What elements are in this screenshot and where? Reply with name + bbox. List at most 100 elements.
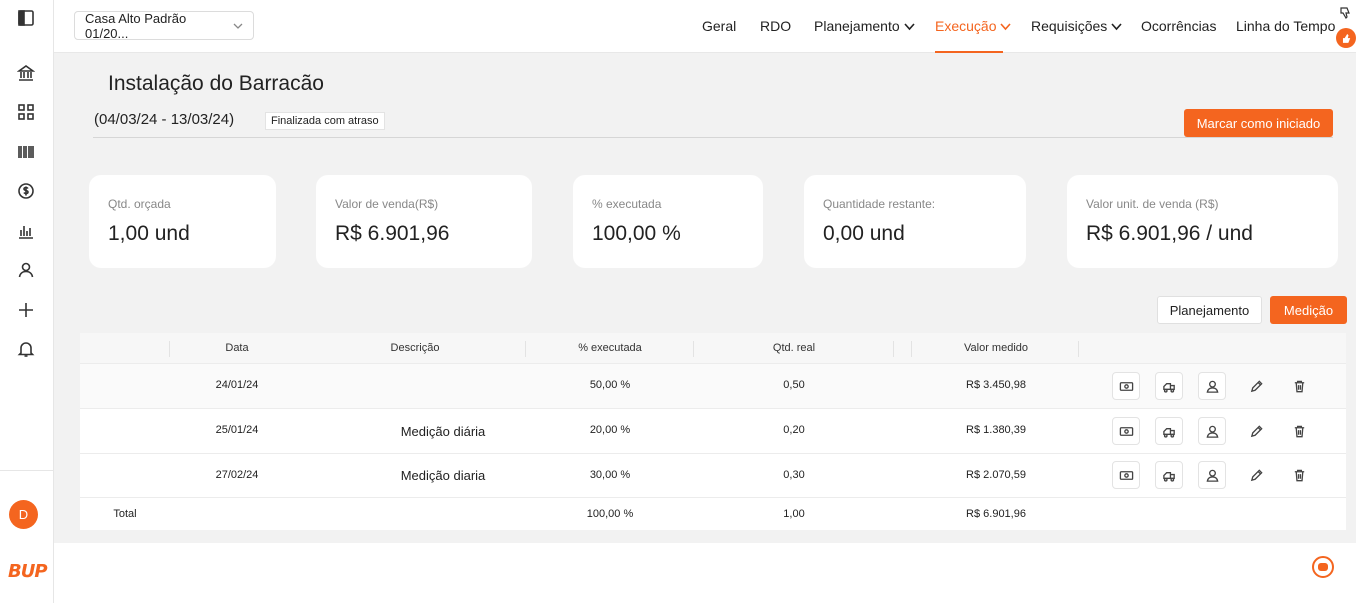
cell-qtd: 0,20 xyxy=(783,424,805,436)
barcode-icon[interactable] xyxy=(15,141,37,163)
nav-requisicoes[interactable]: Requisições xyxy=(1031,18,1122,34)
table-total-row: Total 100,00 % 1,00 R$ 6.901,96 xyxy=(80,498,1346,530)
add-icon[interactable] xyxy=(15,299,37,321)
top-navbar: Casa Alto Padrão 01/20... Geral RDO Plan… xyxy=(54,0,1356,53)
delete-trash-icon[interactable] xyxy=(1285,461,1313,489)
thumbs-up-button[interactable] xyxy=(1336,28,1356,48)
card-label: % executada xyxy=(592,197,662,211)
column-separator xyxy=(693,341,694,357)
stat-card-pct-executada: % executada 100,00 % xyxy=(573,175,763,268)
machinery-icon[interactable] xyxy=(1155,417,1183,445)
cell-data: 25/01/24 xyxy=(215,424,259,436)
edit-pencil-icon[interactable] xyxy=(1242,372,1270,400)
cell-pct: 30,00 % xyxy=(589,469,631,481)
card-value: 0,00 und xyxy=(823,222,905,245)
cell-data: 27/02/24 xyxy=(215,469,259,481)
card-value: R$ 6.901,96 xyxy=(335,222,450,245)
stat-card-valor-unit: Valor unit. de venda (R$) R$ 6.901,96 / … xyxy=(1067,175,1338,268)
measurements-table: Data Descrição % executada Qtd. real Val… xyxy=(80,333,1346,530)
delete-trash-icon[interactable] xyxy=(1285,417,1313,445)
labor-user-icon[interactable] xyxy=(1198,417,1226,445)
machinery-icon[interactable] xyxy=(1155,372,1183,400)
user-avatar[interactable]: D xyxy=(9,500,38,529)
cell-qtd: 0,30 xyxy=(783,469,805,481)
column-header: % executada xyxy=(578,342,642,354)
money-icon[interactable] xyxy=(1112,372,1140,400)
nav-rdo[interactable]: RDO xyxy=(760,18,791,34)
edit-pencil-icon[interactable] xyxy=(1242,461,1270,489)
thumbs-up-icon xyxy=(1342,33,1350,43)
cell-descricao: Medição diaria xyxy=(400,468,486,483)
sidebar: D BUP xyxy=(0,0,54,603)
column-separator xyxy=(893,341,894,357)
page-title: Instalação do Barracão xyxy=(108,72,324,95)
nav-geral[interactable]: Geral xyxy=(702,18,736,34)
card-label: Quantidade restante: xyxy=(823,197,936,211)
column-header: Qtd. real xyxy=(772,342,816,354)
column-header: Descrição xyxy=(390,342,440,354)
sidebar-toggle-icon[interactable] xyxy=(15,7,37,29)
table-row: 24/01/24 50,00 % 0,50 R$ 3.450,98 xyxy=(80,364,1346,409)
nav-active-indicator xyxy=(935,51,1003,53)
stat-card-qtd-restante: Quantidade restante: 0,00 und xyxy=(804,175,1026,268)
header-divider xyxy=(93,137,1333,138)
tab-planejamento[interactable]: Planejamento xyxy=(1157,296,1262,324)
total-valor: R$ 6.901,96 xyxy=(966,508,1026,520)
total-label: Total xyxy=(113,508,137,520)
nav-planejamento[interactable]: Planejamento xyxy=(814,18,915,34)
cell-descricao: Medição diária xyxy=(400,424,486,439)
edit-pencil-icon[interactable] xyxy=(1242,417,1270,445)
brand-logo: BUP xyxy=(8,561,48,582)
column-separator xyxy=(169,341,170,357)
labor-user-icon[interactable] xyxy=(1198,461,1226,489)
nav-execucao[interactable]: Execução xyxy=(935,18,1012,34)
column-separator xyxy=(1078,341,1079,357)
table-row: 25/01/24 Medição diária 20,00 % 0,20 R$ … xyxy=(80,409,1346,454)
total-qtd: 1,00 xyxy=(783,508,805,520)
chevron-down-icon xyxy=(1000,22,1012,30)
finance-dollar-icon[interactable] xyxy=(15,180,37,202)
stat-card-qtd-orcada: Qtd. orçada 1,00 und xyxy=(89,175,276,268)
date-range: (04/03/24 - 13/03/24) xyxy=(94,111,235,128)
cell-data: 24/01/24 xyxy=(215,379,259,391)
chevron-down-icon xyxy=(1111,22,1122,30)
card-value: 100,00 % xyxy=(592,222,681,245)
machinery-icon[interactable] xyxy=(1155,461,1183,489)
table-header: Data Descrição % executada Qtd. real Val… xyxy=(80,333,1346,364)
money-icon[interactable] xyxy=(1112,461,1140,489)
nav-linha-do-tempo[interactable]: Linha do Tempo xyxy=(1236,18,1335,34)
delete-trash-icon[interactable] xyxy=(1285,372,1313,400)
cell-valor: R$ 3.450,98 xyxy=(966,379,1026,391)
labor-user-icon[interactable] xyxy=(1198,372,1226,400)
cell-qtd: 0,50 xyxy=(783,379,805,391)
chat-support-icon[interactable] xyxy=(1312,556,1334,578)
column-header: Valor medido xyxy=(964,342,1028,354)
user-icon[interactable] xyxy=(15,259,37,281)
cell-pct: 20,00 % xyxy=(589,424,631,436)
cell-valor: R$ 1.380,39 xyxy=(966,424,1026,436)
card-value: 1,00 und xyxy=(108,222,190,245)
thumbs-down-icon[interactable] xyxy=(1338,6,1352,20)
reports-chart-icon[interactable] xyxy=(15,220,37,242)
chevron-down-icon xyxy=(233,23,243,29)
notifications-bell-icon[interactable] xyxy=(15,338,37,360)
page-footer-area xyxy=(54,543,1356,603)
card-value: R$ 6.901,96 / und xyxy=(1086,222,1253,245)
project-select-value: Casa Alto Padrão 01/20... xyxy=(85,10,187,41)
card-label: Valor de venda(R$) xyxy=(335,197,439,211)
bank-icon[interactable] xyxy=(15,62,37,84)
dashboard-grid-icon[interactable] xyxy=(15,101,37,123)
tab-medicao[interactable]: Medição xyxy=(1270,296,1347,324)
nav-ocorrencias[interactable]: Ocorrências xyxy=(1141,18,1216,34)
chevron-down-icon xyxy=(904,22,915,30)
sidebar-divider xyxy=(0,470,54,471)
money-icon[interactable] xyxy=(1112,417,1140,445)
cell-pct: 50,00 % xyxy=(589,379,631,391)
stat-card-valor-venda: Valor de venda(R$) R$ 6.901,96 xyxy=(316,175,532,268)
project-select[interactable]: Casa Alto Padrão 01/20... xyxy=(74,10,254,41)
mark-started-button[interactable]: Marcar como iniciado xyxy=(1184,109,1333,137)
column-header: Data xyxy=(225,342,249,354)
card-label: Qtd. orçada xyxy=(108,197,171,211)
column-separator xyxy=(911,341,912,357)
total-pct: 100,00 % xyxy=(586,508,634,520)
